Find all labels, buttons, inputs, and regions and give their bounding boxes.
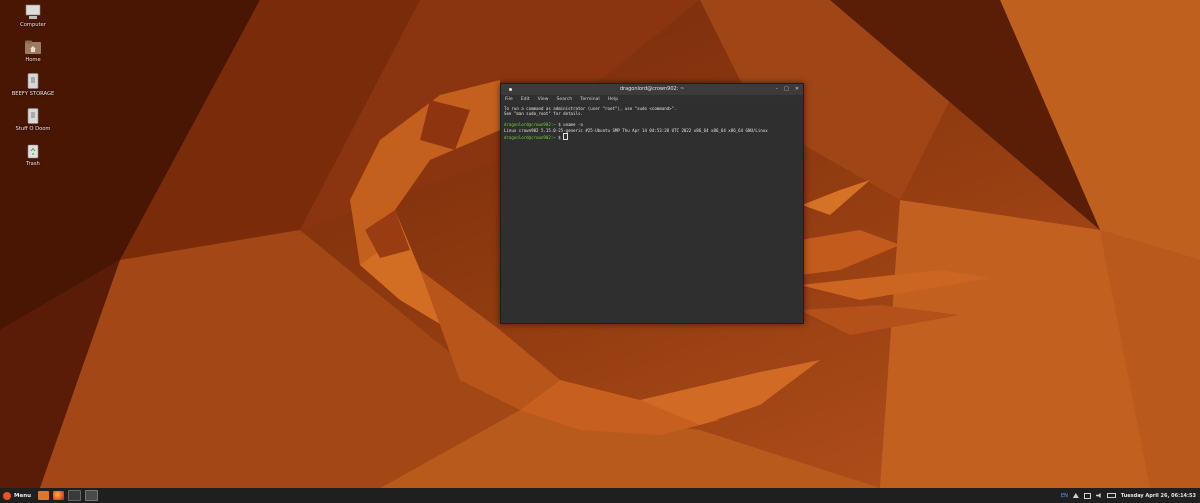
home-folder-icon (25, 40, 41, 54)
desktop-icon-trash[interactable]: Trash (10, 143, 56, 167)
menu-help[interactable]: Help (608, 97, 618, 102)
terminal-prompt: dragonlord@crown902:~ (504, 135, 556, 141)
cursor-icon (563, 133, 569, 141)
computer-icon (25, 4, 41, 19)
terminal-prompt-end: $ (558, 135, 561, 141)
files-icon[interactable] (38, 491, 50, 500)
desktop-icon-label: Computer (20, 22, 46, 28)
menu-button[interactable]: Menu (0, 488, 36, 503)
terminal-output[interactable]: To run a command as administrator (user … (501, 104, 803, 142)
desktop-icon-label: Home (25, 57, 41, 63)
desktop-icon-label: Stuff O Doom (15, 126, 51, 132)
trash-icon (27, 144, 39, 159)
desktop-icon-label: BEEFY STORAGE (11, 91, 55, 97)
menu-label: Menu (14, 492, 32, 499)
desktop-icon-computer[interactable]: Computer (10, 4, 56, 28)
clock[interactable]: Tuesday April 26, 06:14:53 (1121, 493, 1196, 499)
menu-search[interactable]: Search (557, 97, 573, 102)
close-icon[interactable]: ✕ (795, 84, 799, 95)
terminal-window[interactable]: dragonlord@crown902: ~ – □ ✕ File Edit V… (500, 83, 804, 324)
taskbar: Menu EN Tuesday April 26, 06:14:53 (0, 488, 1200, 503)
maximize-icon[interactable]: □ (784, 84, 789, 95)
terminal-command: $ uname -a (558, 122, 583, 128)
desktop-icon-stuff-o-doom[interactable]: Stuff O Doom (10, 108, 56, 132)
display-icon[interactable] (1083, 492, 1091, 499)
window-icon[interactable] (85, 490, 99, 501)
terminal-current-line: dragonlord@crown902:~ $ (504, 133, 800, 141)
battery-icon[interactable] (1106, 493, 1116, 498)
terminal-prompt: dragonlord@crown902:~ (504, 122, 556, 128)
window-controls: – □ ✕ (776, 84, 799, 95)
terminal-menubar: File Edit View Search Terminal Help (501, 95, 803, 104)
desktop: Computer Home BEEFY STORAGE Stuff O Doom… (0, 0, 1200, 488)
menu-terminal[interactable]: Terminal (580, 97, 599, 102)
firefox-icon[interactable] (53, 491, 65, 500)
drive-icon (27, 108, 39, 124)
menu-file[interactable]: File (505, 97, 513, 102)
terminal-icon[interactable] (68, 490, 82, 501)
menu-edit[interactable]: Edit (521, 97, 530, 102)
ubuntu-logo-icon (3, 491, 11, 500)
desktop-icon-home[interactable]: Home (10, 39, 56, 63)
notification-icon[interactable] (1072, 493, 1079, 498)
system-tray: EN Tuesday April 26, 06:14:53 (1061, 488, 1196, 503)
drive-icon (27, 73, 39, 89)
terminal-title: dragonlord@crown902: ~ (619, 86, 685, 92)
menu-view[interactable]: View (538, 97, 549, 102)
desktop-icon-label: Trash (26, 161, 40, 167)
volume-icon[interactable] (1095, 493, 1101, 498)
desktop-icon-beefy-storage[interactable]: BEEFY STORAGE (10, 73, 56, 97)
keyboard-layout[interactable]: EN (1061, 493, 1068, 499)
minimize-icon[interactable]: – (776, 84, 779, 95)
terminal-titlebar[interactable]: dragonlord@crown902: ~ – □ ✕ (501, 84, 803, 95)
